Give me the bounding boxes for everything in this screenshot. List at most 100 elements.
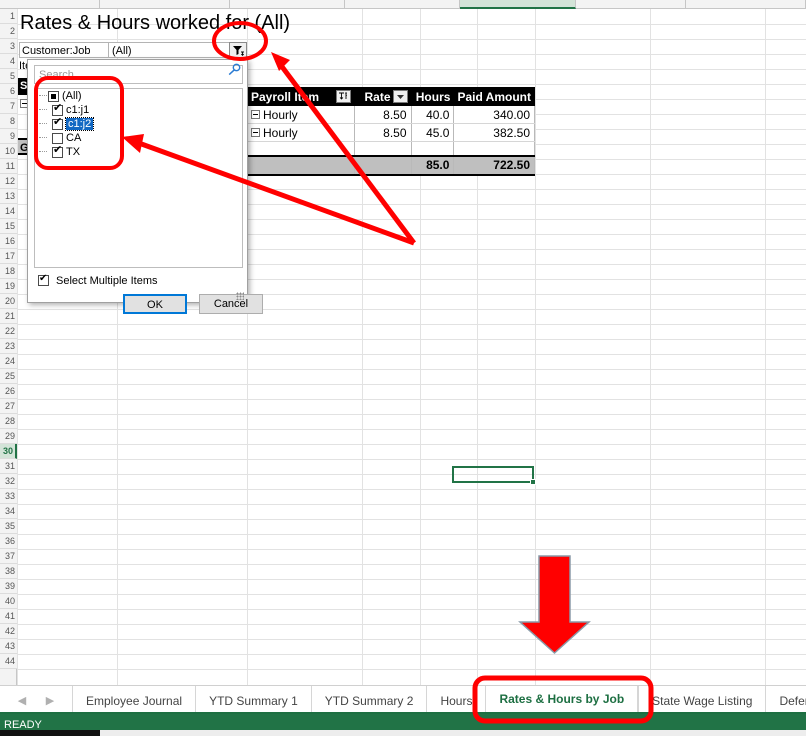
pivot-cell-rate[interactable]: 8.50 bbox=[354, 123, 412, 142]
row-header-5[interactable]: 5 bbox=[0, 69, 17, 84]
row-header-9[interactable]: 9 bbox=[0, 129, 17, 144]
checkbox-icon[interactable] bbox=[52, 117, 63, 130]
row-header-34[interactable]: 34 bbox=[0, 504, 17, 519]
row-header-27[interactable]: 27 bbox=[0, 399, 17, 414]
row-header-8[interactable]: 8 bbox=[0, 114, 17, 129]
row-header-7[interactable]: 7 bbox=[0, 99, 17, 114]
sheet-tab-rates-hours-by-job[interactable]: Rates & Hours by Job bbox=[485, 686, 639, 715]
sheet-tab-deferre[interactable]: Deferre bbox=[765, 686, 806, 715]
sort-filter-icon[interactable] bbox=[336, 90, 351, 103]
row-header-44[interactable]: 44 bbox=[0, 654, 17, 669]
row-header-6[interactable]: 6 bbox=[0, 84, 17, 99]
collapse-icon[interactable] bbox=[251, 109, 260, 119]
checkbox-icon[interactable] bbox=[52, 145, 63, 158]
sheet-tab-ytd-summary-1[interactable]: YTD Summary 1 bbox=[195, 686, 311, 715]
row-header-3[interactable]: 3 bbox=[0, 39, 17, 54]
row-header-29[interactable]: 29 bbox=[0, 429, 17, 444]
row-header-column[interactable]: 1 2 3 4 5 6 7 8 9 10 11 12 13 14 15 16 17 18 19 20 21 22 23 24 2… bbox=[0, 9, 17, 685]
sheet-nav-buttons[interactable]: ◀ ▶ bbox=[8, 690, 64, 710]
pivot-cell-hours[interactable]: 40.0 bbox=[410, 105, 455, 124]
pivot-column-header-hours[interactable]: Hours bbox=[410, 87, 455, 106]
row-header-22[interactable]: 22 bbox=[0, 324, 17, 339]
pivot-cell-rate[interactable]: 8.50 bbox=[354, 105, 412, 124]
pivot-column-header-rate[interactable]: Rate bbox=[354, 87, 412, 106]
grand-total-row[interactable]: 85.0 722.50 bbox=[247, 154, 535, 176]
column-header-cell[interactable] bbox=[686, 0, 806, 9]
row-header-35[interactable]: 35 bbox=[0, 519, 17, 534]
row-header-18[interactable]: 18 bbox=[0, 264, 17, 279]
row-header-28[interactable]: 28 bbox=[0, 414, 17, 429]
ok-button[interactable]: OK bbox=[123, 294, 187, 314]
pivot-filter-dropdown[interactable]: Search (All) c1:j1c1:j2CA TX Select Multip… bbox=[27, 59, 263, 314]
checkbox-icon[interactable] bbox=[52, 133, 63, 144]
filter-list-item[interactable]: (All) bbox=[35, 89, 242, 103]
row-header-14[interactable]: 14 bbox=[0, 204, 17, 219]
sheet-tab-state-wage-listing[interactable]: State Wage Listing bbox=[638, 686, 765, 715]
row-header-15[interactable]: 15 bbox=[0, 219, 17, 234]
chevron-right-icon[interactable]: ▶ bbox=[46, 694, 54, 707]
pivot-cell-paid[interactable]: 340.00 bbox=[453, 105, 535, 124]
resize-grip-icon[interactable] bbox=[236, 292, 244, 300]
row-header-13[interactable]: 13 bbox=[0, 189, 17, 204]
column-header-cell[interactable] bbox=[230, 0, 345, 9]
page-field-value[interactable]: (All) bbox=[109, 42, 233, 58]
row-header-42[interactable]: 42 bbox=[0, 624, 17, 639]
column-header-cell[interactable] bbox=[576, 0, 686, 9]
pivot-cell-paid[interactable]: 382.50 bbox=[453, 123, 535, 142]
worksheet-grid[interactable]: 1 2 3 4 5 6 7 8 9 10 11 12 13 14 15 16 17 18 19 20 21 22 23 24 2… bbox=[0, 9, 806, 685]
row-header-31[interactable]: 31 bbox=[0, 459, 17, 474]
row-header-19[interactable]: 19 bbox=[0, 279, 17, 294]
row-header-23[interactable]: 23 bbox=[0, 339, 17, 354]
row-header-40[interactable]: 40 bbox=[0, 594, 17, 609]
row-header-33[interactable]: 33 bbox=[0, 489, 17, 504]
pivot-cell-item[interactable]: Hourly bbox=[247, 123, 355, 142]
row-header-36[interactable]: 36 bbox=[0, 534, 17, 549]
table-row[interactable]: Hourly 8.50 45.0 382.50 bbox=[247, 123, 535, 142]
pivot-table[interactable]: Payroll Item Rate Hours Paid Amount Hour… bbox=[247, 87, 535, 176]
row-header-39[interactable]: 39 bbox=[0, 579, 17, 594]
row-header-32[interactable]: 32 bbox=[0, 474, 17, 489]
pivot-column-header-paid-amount[interactable]: Paid Amount bbox=[453, 87, 535, 106]
row-header-43[interactable]: 43 bbox=[0, 639, 17, 654]
pivot-cell-item[interactable]: Hourly bbox=[247, 105, 355, 124]
row-header-30[interactable]: 30 bbox=[0, 444, 17, 459]
table-row[interactable]: Hourly 8.50 40.0 340.00 bbox=[247, 105, 535, 124]
row-header-11[interactable]: 11 bbox=[0, 159, 17, 174]
column-header-cell[interactable] bbox=[345, 0, 460, 9]
checkbox-icon[interactable] bbox=[52, 103, 63, 116]
column-header-strip[interactable] bbox=[0, 0, 806, 9]
fill-handle[interactable] bbox=[530, 479, 536, 485]
filter-list-item[interactable]: c1:j2 bbox=[35, 117, 242, 131]
row-header-17[interactable]: 17 bbox=[0, 249, 17, 264]
row-header-37[interactable]: 37 bbox=[0, 549, 17, 564]
column-header-cell[interactable] bbox=[100, 0, 230, 9]
selected-cell[interactable] bbox=[452, 466, 534, 483]
filter-list-item[interactable]: c1:j1 bbox=[35, 103, 242, 117]
filter-applied-icon[interactable] bbox=[229, 42, 247, 58]
row-header-4[interactable]: 4 bbox=[0, 54, 17, 69]
row-header-24[interactable]: 24 bbox=[0, 354, 17, 369]
row-header-21[interactable]: 21 bbox=[0, 309, 17, 324]
collapse-icon[interactable] bbox=[251, 127, 260, 137]
row-header-2[interactable]: 2 bbox=[0, 24, 17, 39]
sheet-tab-hours[interactable]: Hours bbox=[426, 686, 485, 715]
column-header-cell-selected[interactable] bbox=[460, 0, 576, 9]
column-header-cell[interactable] bbox=[0, 0, 100, 9]
filter-item-list[interactable]: (All) c1:j1c1:j2CA TX bbox=[34, 88, 243, 268]
checkbox-icon[interactable] bbox=[48, 91, 59, 102]
search-input[interactable]: Search bbox=[34, 65, 243, 84]
filter-dropdown-icon[interactable] bbox=[392, 90, 408, 103]
filter-list-item[interactable]: CA bbox=[35, 131, 242, 145]
row-header-20[interactable]: 20 bbox=[0, 294, 17, 309]
select-multiple-items-checkbox[interactable]: Select Multiple Items bbox=[38, 272, 157, 288]
row-header-25[interactable]: 25 bbox=[0, 369, 17, 384]
chevron-left-icon[interactable]: ◀ bbox=[18, 694, 26, 707]
row-header-26[interactable]: 26 bbox=[0, 384, 17, 399]
row-header-38[interactable]: 38 bbox=[0, 564, 17, 579]
row-header-10[interactable]: 10 bbox=[0, 144, 17, 159]
row-header-16[interactable]: 16 bbox=[0, 234, 17, 249]
sheet-tab-ytd-summary-2[interactable]: YTD Summary 2 bbox=[310, 686, 427, 715]
pivot-cell-hours[interactable]: 45.0 bbox=[410, 123, 455, 142]
sheet-tab-employee-journal[interactable]: Employee Journal bbox=[72, 686, 195, 715]
cancel-button[interactable]: Cancel bbox=[199, 294, 263, 314]
